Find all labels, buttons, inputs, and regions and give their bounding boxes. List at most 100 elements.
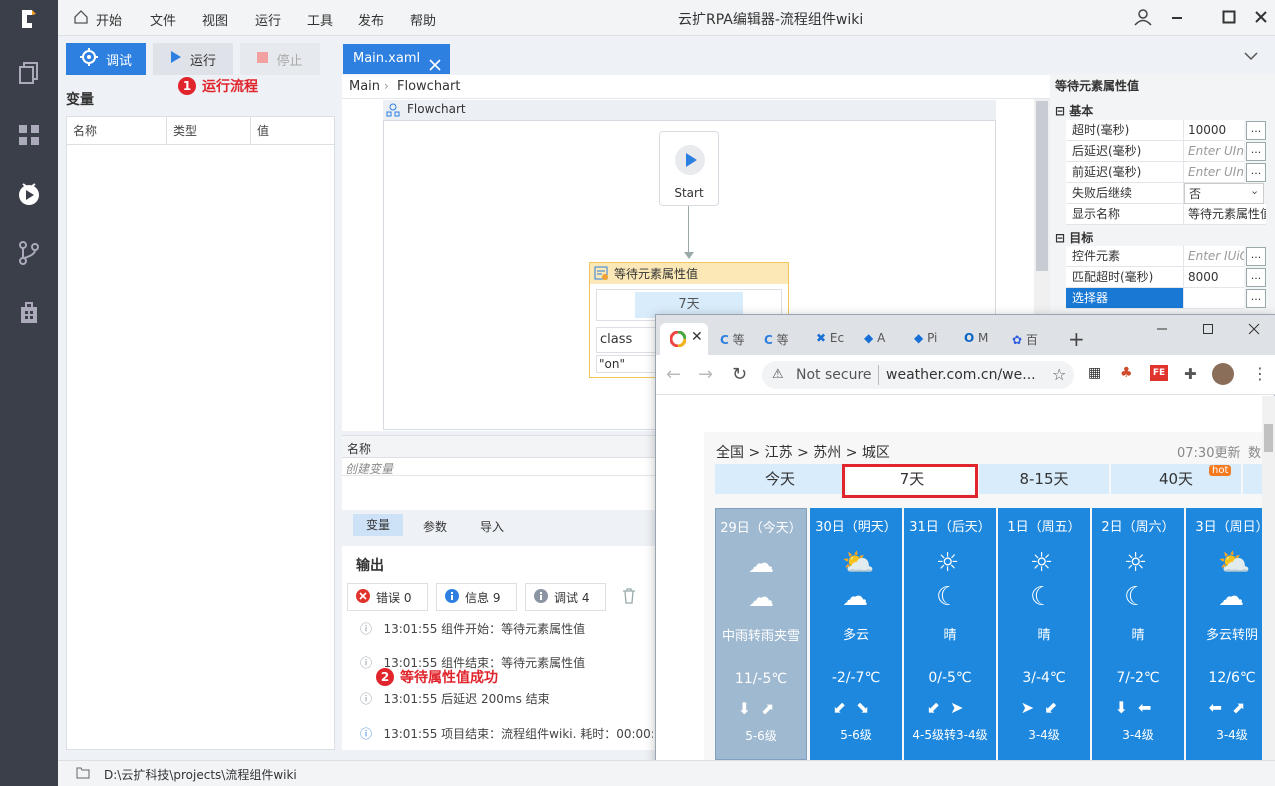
menu-file[interactable]: 文件 xyxy=(150,10,176,29)
forecast-day-today[interactable]: 29日（今天） ☁ ☁ 中雨转雨夹雪 11/-5℃ ⬇⬈ 5-6级 xyxy=(715,508,807,760)
browser-tab[interactable]: ✿ 百 xyxy=(1012,331,1038,348)
menu-view[interactable]: 视图 xyxy=(202,10,228,29)
browser-tab-active[interactable]: ✕ xyxy=(660,323,708,355)
user-icon[interactable] xyxy=(1134,8,1152,29)
browser-tab[interactable]: ◆ Pi xyxy=(914,331,937,345)
tab-imports[interactable]: 导入 xyxy=(480,518,504,535)
components-icon[interactable] xyxy=(14,120,44,150)
minimize-icon[interactable] xyxy=(1170,10,1184,27)
home-icon[interactable] xyxy=(74,10,88,27)
prop-value-input[interactable]: Enter UInt xyxy=(1184,162,1244,183)
more-data-link[interactable]: 数 xyxy=(1248,442,1261,461)
back-icon[interactable]: ← xyxy=(666,364,681,385)
tab-arguments[interactable]: 参数 xyxy=(423,518,447,535)
col-name[interactable]: 名称 xyxy=(67,117,167,145)
prop-value-input[interactable]: Enter IUiC xyxy=(1184,246,1244,267)
filter-debug-button[interactable]: 调试 4 xyxy=(525,583,606,611)
forecast-day[interactable]: 2日（周六） ☼ ☾ 晴 7/-2℃ ⬇⬅ 3-4级 xyxy=(1092,508,1184,760)
crosshair-icon xyxy=(79,48,98,70)
browser-tab[interactable]: ◆ A xyxy=(864,331,885,345)
chevron-down-icon[interactable] xyxy=(1244,50,1258,64)
reload-icon[interactable]: ↻ xyxy=(732,364,747,385)
canvas-scroll-thumb[interactable] xyxy=(1036,101,1048,271)
menu-start[interactable]: 开始 xyxy=(96,10,122,29)
info-count: 信息 9 xyxy=(465,590,501,605)
prop-value-input[interactable]: Enter UInt xyxy=(1184,141,1244,162)
browser-maximize-icon[interactable] xyxy=(1202,323,1214,338)
browser-minimize-icon[interactable] xyxy=(1156,323,1168,338)
group-basic-toggle[interactable]: ⊟ 基本 xyxy=(1055,102,1093,119)
forecast-day[interactable]: 31日（后天） ☼ ☾ 晴 0/-5℃ ⬋➤ 4-5级转3-4级 xyxy=(904,508,996,760)
prop-ellipsis-button[interactable]: ... xyxy=(1246,289,1266,308)
stop-button[interactable]: 停止 xyxy=(240,43,320,75)
prop-ellipsis-button[interactable]: ... xyxy=(1246,268,1266,287)
forward-icon[interactable]: → xyxy=(698,364,713,385)
browser-tab[interactable]: O M xyxy=(964,331,988,345)
menu-help[interactable]: 帮助 xyxy=(410,10,436,29)
crumb-main[interactable]: Main xyxy=(349,79,380,94)
crumb-flowchart[interactable]: Flowchart xyxy=(397,79,460,94)
flowchart-icon xyxy=(386,103,400,120)
prop-value-input[interactable]: 10000 xyxy=(1184,120,1244,141)
forecast-day[interactable]: 30日（明天） ⛅ ☁ 多云 -2/-7℃ ⬋⬊ 5-6级 xyxy=(810,508,902,760)
prop-value-input[interactable] xyxy=(1184,288,1244,309)
prop-ellipsis-button[interactable]: ... xyxy=(1246,163,1266,182)
browser-vscroll-thumb[interactable] xyxy=(1264,424,1273,452)
sleet-icon: ☁ xyxy=(748,549,774,579)
more-menu-icon[interactable]: ⋮ xyxy=(1252,364,1268,383)
menu-publish[interactable]: 发布 xyxy=(358,10,384,29)
forecast-day[interactable]: 1日（周五） ☼ ☾ 晴 3/-4℃ ➤⬋ 3-4级 xyxy=(998,508,1090,760)
debug-run-icon[interactable] xyxy=(14,178,44,208)
forecast-tab-today[interactable]: 今天 xyxy=(715,464,845,494)
profile-avatar[interactable] xyxy=(1212,363,1234,385)
browser-tab-label: 等 xyxy=(732,333,745,347)
attribute-name-field[interactable]: class xyxy=(596,327,658,353)
browser-tab[interactable]: C 等 xyxy=(720,331,745,348)
prop-value-input[interactable]: 8000 xyxy=(1184,267,1244,288)
forecast-day[interactable]: 3日（周日） ⛅ ☁ 多云转阴 12/6℃ ⬅⬈ 3-4级 xyxy=(1186,508,1262,760)
browser-tab-close-icon[interactable]: ✕ xyxy=(691,329,703,345)
location-breadcrumb[interactable]: 全国 > 江苏 > 苏州 > 城区 xyxy=(716,442,890,462)
new-tab-icon[interactable]: + xyxy=(1068,327,1085,351)
prop-ellipsis-button[interactable]: ... xyxy=(1246,142,1266,161)
attribute-value-field[interactable]: "on" xyxy=(596,355,658,373)
browser-tab[interactable]: C 等 xyxy=(764,331,789,348)
menu-run[interactable]: 运行 xyxy=(255,10,281,29)
prop-ellipsis-button[interactable]: ... xyxy=(1246,247,1266,266)
warning-icon[interactable]: ⚠ xyxy=(772,367,784,382)
package-icon[interactable] xyxy=(14,298,44,328)
trash-icon[interactable] xyxy=(622,588,636,607)
bookmark-star-icon[interactable]: ☆ xyxy=(1052,365,1066,384)
run-button[interactable]: 运行 xyxy=(153,43,233,75)
maximize-icon[interactable] xyxy=(1222,10,1236,27)
close-icon[interactable] xyxy=(1254,10,1268,27)
browser-tab-label: 等 xyxy=(776,333,789,347)
output-title: 输出 xyxy=(356,558,384,574)
files-icon[interactable] xyxy=(14,58,44,88)
col-type[interactable]: 类型 xyxy=(167,117,251,145)
address-bar[interactable]: ⚠ Not secure weather.com.cn/we... ☆ xyxy=(762,361,1074,389)
forecast-tab-8-15day[interactable]: 8-15天 xyxy=(979,464,1109,494)
filter-error-button[interactable]: 错误 0 xyxy=(347,583,428,611)
browser-vscrollbar[interactable] xyxy=(1262,396,1275,772)
browser-close-icon[interactable] xyxy=(1248,323,1260,338)
tab-main-xaml[interactable]: Main.xaml xyxy=(343,44,450,74)
col-value[interactable]: 值 xyxy=(251,117,335,145)
prop-ellipsis-button[interactable]: ... xyxy=(1246,121,1266,140)
browser-tab[interactable]: ✖ Ec xyxy=(816,331,844,345)
url-text: weather.com.cn/we... xyxy=(886,367,1036,383)
group-target-toggle[interactable]: ⊟ 目标 xyxy=(1055,229,1093,246)
fe-extension-icon[interactable]: FE xyxy=(1150,365,1168,381)
prop-value-input[interactable]: 等待元素属性值 xyxy=(1184,204,1266,225)
annotation-wait-success: 2 等待属性值成功 xyxy=(376,667,498,687)
filter-info-button[interactable]: 信息 9 xyxy=(436,583,517,611)
debug-button[interactable]: 调试 xyxy=(66,43,146,75)
dropdown-chevron-icon[interactable]: ⌄ xyxy=(1250,184,1259,197)
puzzle-extensions-icon[interactable]: ✚ xyxy=(1184,365,1197,383)
qr-code-icon[interactable]: ▦ xyxy=(1088,365,1101,381)
tab-variables[interactable]: 变量 xyxy=(353,514,403,536)
menu-tools[interactable]: 工具 xyxy=(307,10,333,29)
branch-icon[interactable] xyxy=(14,238,44,268)
start-node[interactable]: Start xyxy=(659,131,719,206)
extension-sitemap-icon[interactable]: ♣ xyxy=(1120,365,1133,381)
